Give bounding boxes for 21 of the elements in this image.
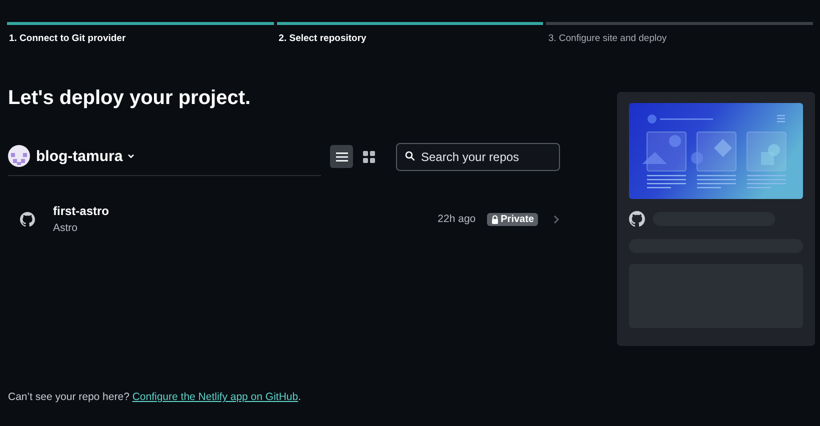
private-badge: Private	[486, 212, 538, 226]
repo-name[interactable]: first-astro	[53, 204, 110, 218]
step-label: 3. Configure site and deploy	[547, 33, 668, 44]
page-heading: Let's deploy your project.	[8, 87, 252, 110]
help-text: Can’t see your repo here? Configure the Netlify app on GitHub.	[8, 391, 302, 403]
caret-icon	[126, 152, 135, 160]
step-label: 2. Select repository	[278, 33, 368, 44]
avatar-icon	[8, 145, 30, 167]
github-icon	[629, 211, 645, 227]
updated-time: 22h ago	[438, 213, 476, 225]
list-icon	[336, 150, 348, 162]
step-label: 1. Connect to Git provider	[8, 33, 127, 44]
github-icon	[20, 212, 35, 226]
chevron-right-icon[interactable]	[553, 214, 560, 224]
list-view-button[interactable]	[330, 145, 353, 168]
search-icon	[405, 150, 415, 160]
account-dropdown[interactable]: blog-tamura	[36, 148, 135, 164]
repo-framework: Astro	[53, 222, 79, 234]
grid-icon	[362, 150, 374, 162]
search-field[interactable]: Search your repos	[396, 142, 560, 170]
configure-link[interactable]: Configure the Netlify app on GitHub	[132, 391, 298, 403]
